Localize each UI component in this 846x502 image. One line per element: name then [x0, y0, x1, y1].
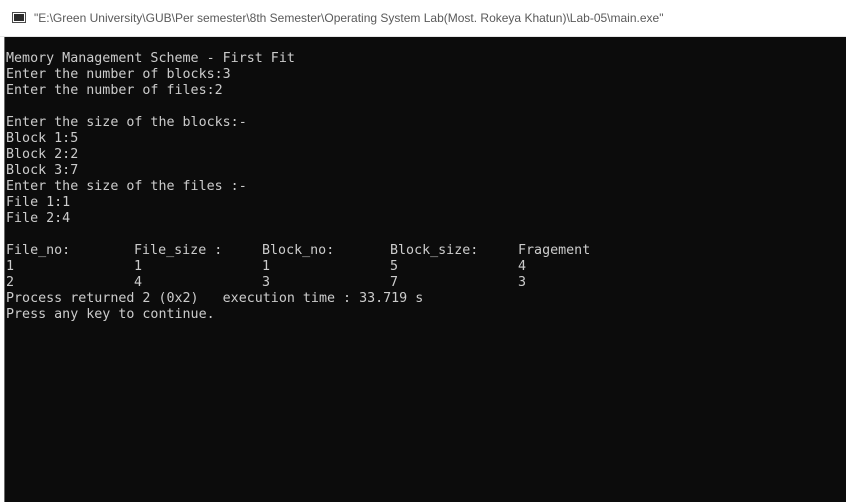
press-key-line: Press any key to continue. [6, 307, 215, 322]
file-line: File 2:4 [6, 211, 71, 226]
table-header-row: File_no: File_size : Block_no: Block_siz… [6, 243, 846, 259]
table-row: 1 1 1 5 4 [6, 259, 846, 275]
file-size-prompt-line: Enter the size of the files :- [6, 179, 247, 194]
file-line: File 1:1 [6, 195, 71, 210]
console-window: "E:\Green University\GUB\Per semester\8t… [0, 0, 846, 502]
table-cell: 7 [390, 275, 399, 290]
table-row: 2 4 3 7 3 [6, 275, 846, 291]
header-line: Memory Management Scheme - First Fit [6, 51, 295, 66]
table-cell: 1 [6, 259, 15, 274]
console-output[interactable]: Memory Management Scheme - First Fit Ent… [4, 37, 846, 502]
table-header-file-no: File_no: [6, 243, 71, 258]
window-title: "E:\Green University\GUB\Per semester\8t… [34, 11, 664, 25]
files-prompt-line: Enter the number of files:2 [6, 83, 223, 98]
process-returned-line: Process returned 2 (0x2) execution time … [6, 291, 424, 306]
title-bar[interactable]: "E:\Green University\GUB\Per semester\8t… [0, 0, 846, 37]
console-app-icon[interactable] [12, 12, 26, 23]
table-header-block-size: Block_size: [390, 243, 479, 258]
block-line: Block 3:7 [6, 163, 79, 178]
table-cell: 2 [6, 275, 15, 290]
table-cell: 5 [390, 259, 399, 274]
table-cell: 1 [262, 259, 271, 274]
table-cell: 4 [518, 259, 527, 274]
blocks-prompt-line: Enter the number of blocks:3 [6, 67, 231, 82]
table-cell: 4 [134, 275, 143, 290]
table-header-file-size: File_size : [134, 243, 223, 258]
table-header-block-no: Block_no: [262, 243, 335, 258]
block-line: Block 2:2 [6, 147, 79, 162]
block-line: Block 1:5 [6, 131, 79, 146]
table-cell: 3 [262, 275, 271, 290]
table-header-fragement: Fragement [518, 243, 591, 258]
table-cell: 3 [518, 275, 527, 290]
table-cell: 1 [134, 259, 143, 274]
block-size-prompt-line: Enter the size of the blocks:- [6, 115, 247, 130]
